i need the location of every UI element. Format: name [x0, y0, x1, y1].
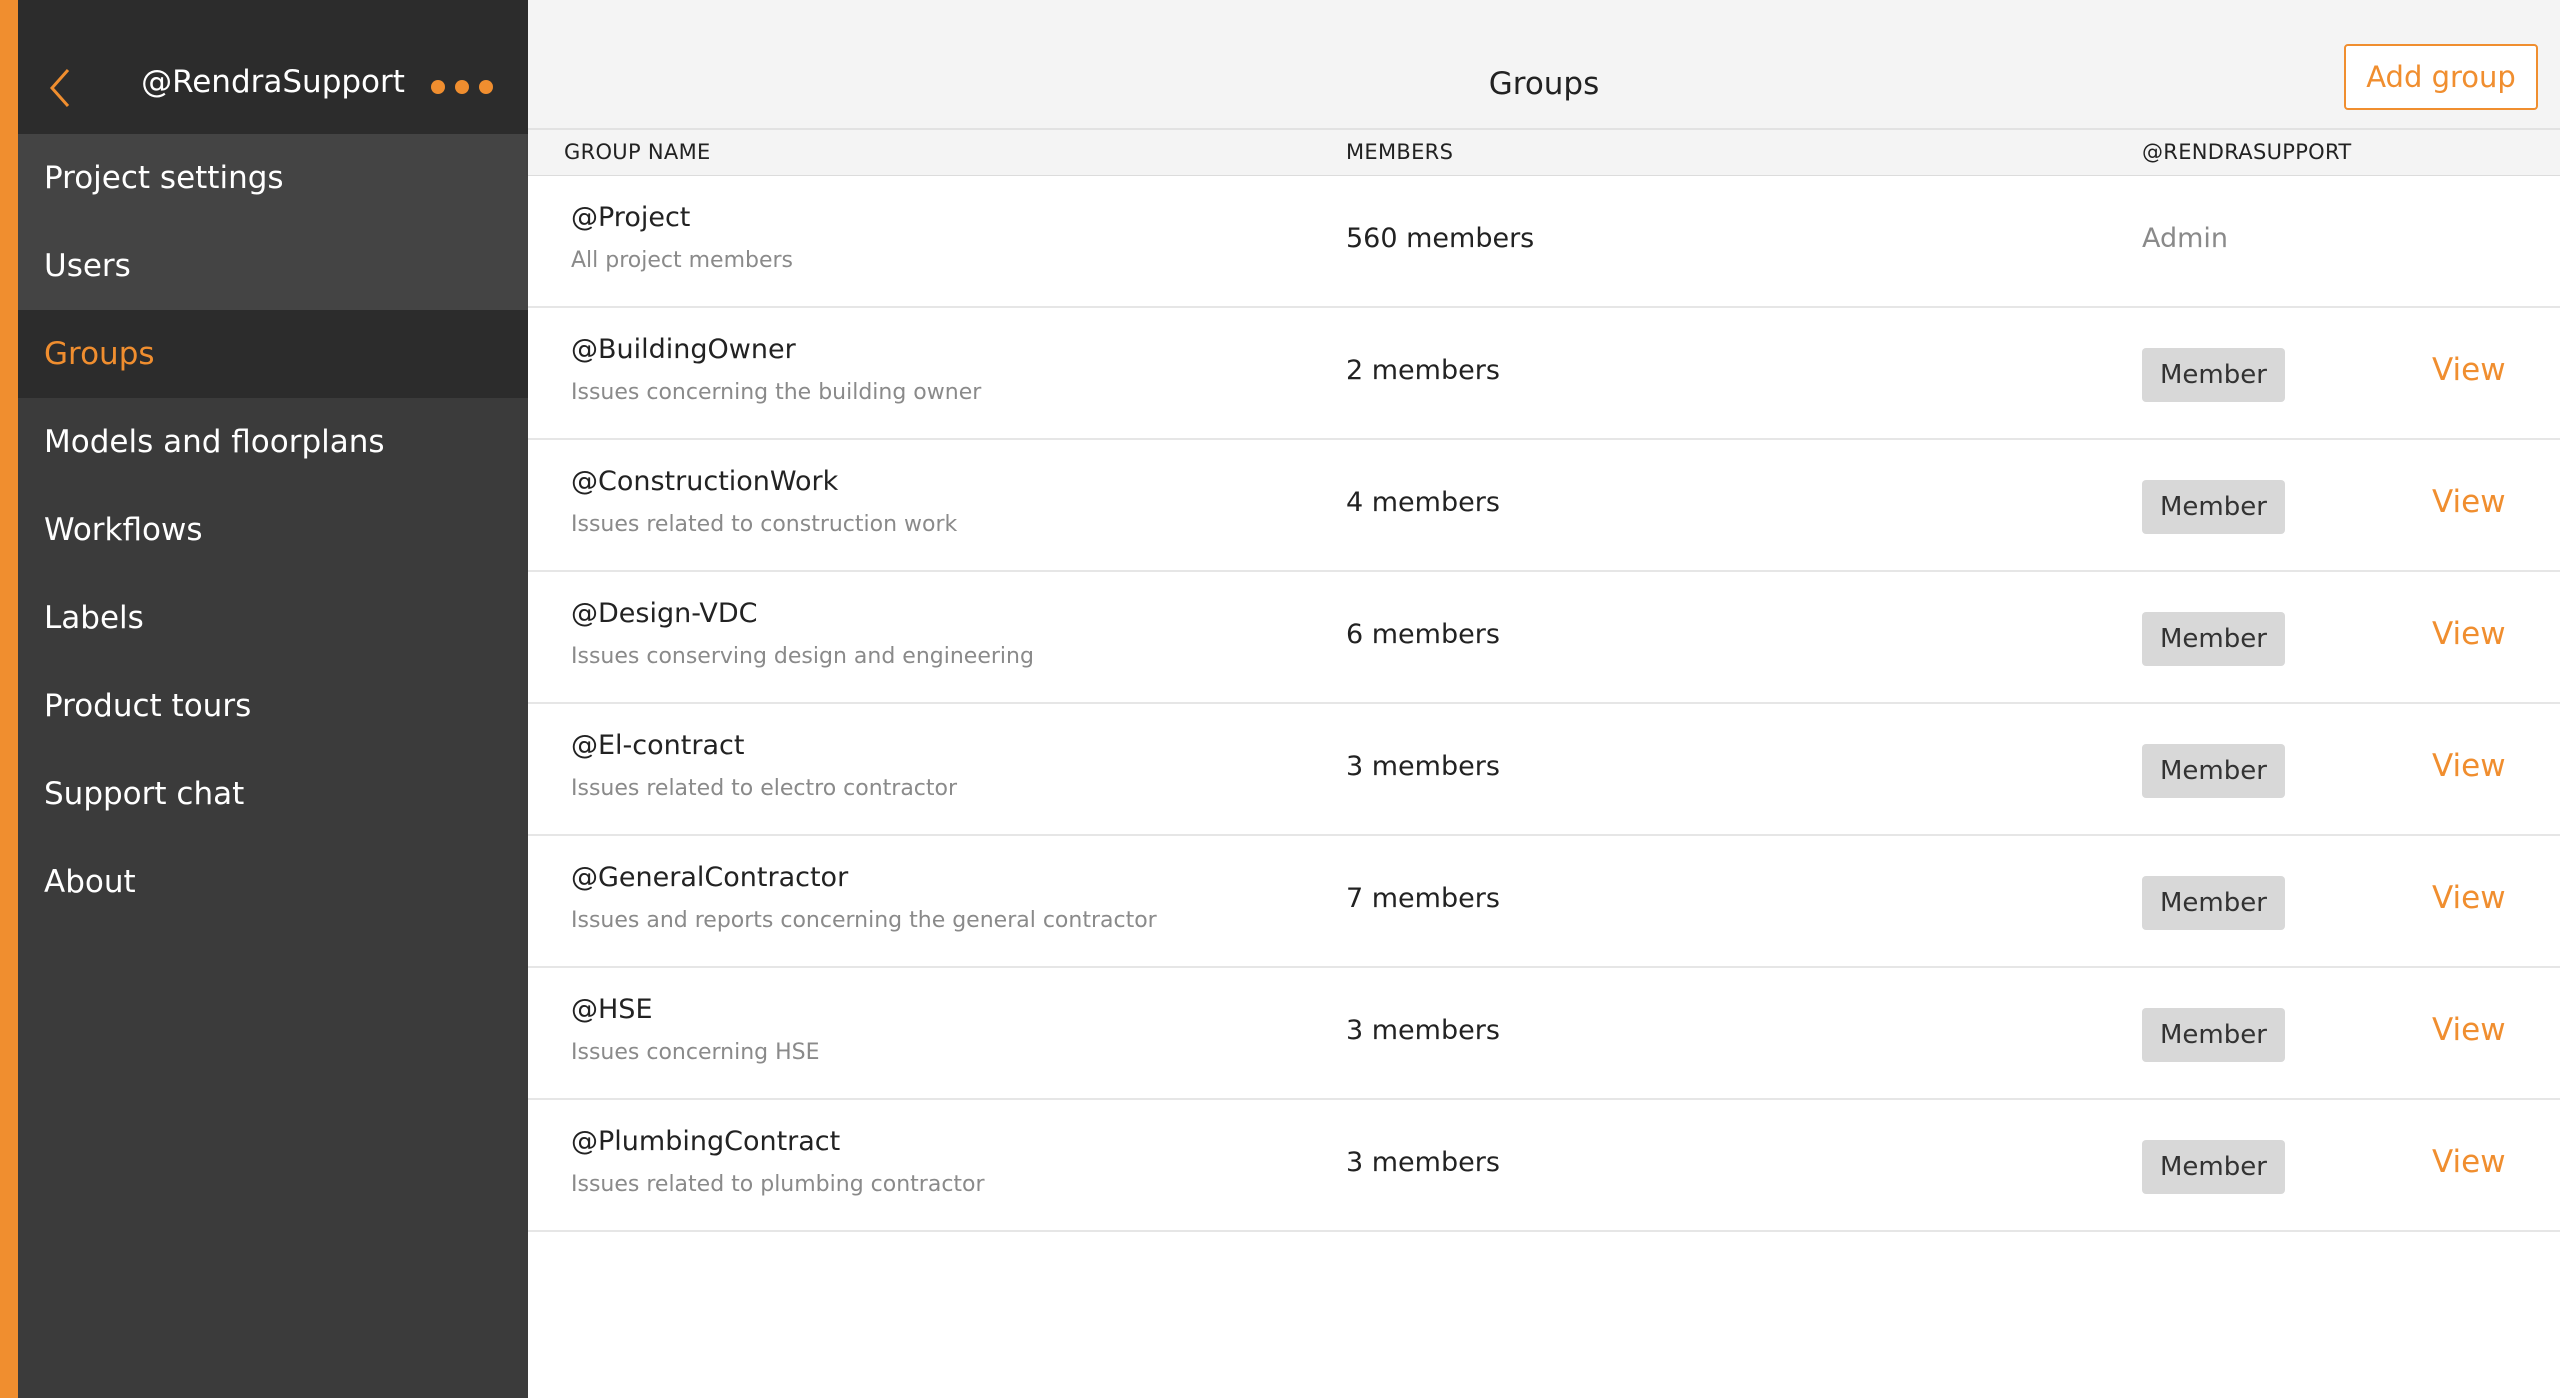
role-badge: Member	[2142, 1008, 2285, 1062]
sidebar-item-users[interactable]: Users	[18, 222, 528, 310]
table-row[interactable]: @PlumbingContract Issues related to plum…	[528, 1100, 2560, 1232]
page-title: Groups	[1488, 66, 1600, 102]
main-panel: Groups Add group GROUP NAME MEMBERS @REN…	[528, 0, 2560, 1398]
groups-table: @Project All project members 560 members…	[528, 176, 2560, 1232]
group-description: Issues concerning HSE	[571, 1040, 820, 1065]
member-count: 7 members	[1346, 883, 1500, 914]
member-count: 6 members	[1346, 619, 1500, 650]
sidebar: @RendraSupport Project settings Users Gr…	[18, 0, 528, 1398]
view-group-link[interactable]: View	[2432, 616, 2506, 652]
sidebar-header: @RendraSupport	[18, 0, 528, 134]
member-count: 3 members	[1346, 751, 1500, 782]
role-badge: Member	[2142, 1140, 2285, 1194]
view-group-link[interactable]: View	[2432, 484, 2506, 520]
add-group-button[interactable]: Add group	[2344, 44, 2538, 110]
view-group-link[interactable]: View	[2432, 1012, 2506, 1048]
sidebar-item-product-tours[interactable]: Product tours	[18, 662, 528, 750]
member-count: 4 members	[1346, 487, 1500, 518]
sidebar-menu: Project settings Users Groups Models and…	[18, 134, 528, 926]
sidebar-item-about[interactable]: About	[18, 838, 528, 926]
group-description: Issues related to construction work	[571, 512, 958, 537]
table-row[interactable]: @GeneralContractor Issues and reports co…	[528, 836, 2560, 968]
group-description: Issues and reports concerning the genera…	[571, 908, 1157, 933]
column-header-group-name: GROUP NAME	[564, 140, 711, 164]
table-row[interactable]: @BuildingOwner Issues concerning the bui…	[528, 308, 2560, 440]
sidebar-item-support-chat[interactable]: Support chat	[18, 750, 528, 838]
group-name: @PlumbingContract	[571, 1126, 841, 1157]
table-row[interactable]: @Project All project members 560 members…	[528, 176, 2560, 308]
role-badge: Member	[2142, 744, 2285, 798]
group-description: All project members	[571, 248, 794, 273]
role-label: Admin	[2142, 223, 2229, 254]
table-row[interactable]: @HSE Issues concerning HSE 3 members Mem…	[528, 968, 2560, 1100]
role-badge: Member	[2142, 348, 2285, 402]
sidebar-item-project-settings[interactable]: Project settings	[18, 134, 528, 222]
view-group-link[interactable]: View	[2432, 1144, 2506, 1180]
role-badge: Member	[2142, 480, 2285, 534]
column-header-role: @RENDRASUPPORT	[2142, 140, 2352, 164]
sidebar-item-labels[interactable]: Labels	[18, 574, 528, 662]
group-name: @Design-VDC	[571, 598, 758, 629]
top-bar: Groups Add group	[528, 0, 2560, 130]
more-dots-icon[interactable]	[430, 78, 494, 96]
table-header: GROUP NAME MEMBERS @RENDRASUPPORT	[528, 130, 2560, 176]
view-group-link[interactable]: View	[2432, 880, 2506, 916]
sidebar-item-models-and-floorplans[interactable]: Models and floorplans	[18, 398, 528, 486]
view-group-link[interactable]: View	[2432, 352, 2506, 388]
sidebar-item-groups[interactable]: Groups	[18, 310, 528, 398]
role-badge: Member	[2142, 612, 2285, 666]
role-badge: Member	[2142, 876, 2285, 930]
accent-edge-strip	[0, 0, 18, 1398]
group-name: @El-contract	[571, 730, 745, 761]
group-name: @ConstructionWork	[571, 466, 839, 497]
member-count: 3 members	[1346, 1015, 1500, 1046]
column-header-members: MEMBERS	[1346, 140, 1454, 164]
member-count: 2 members	[1346, 355, 1500, 386]
table-row[interactable]: @Design-VDC Issues conserving design and…	[528, 572, 2560, 704]
group-name: @Project	[571, 202, 691, 233]
group-description: Issues concerning the building owner	[571, 380, 982, 405]
app-window: @RendraSupport Project settings Users Gr…	[0, 0, 2560, 1398]
sidebar-item-workflows[interactable]: Workflows	[18, 486, 528, 574]
view-group-link[interactable]: View	[2432, 748, 2506, 784]
member-count: 3 members	[1346, 1147, 1500, 1178]
table-row[interactable]: @El-contract Issues related to electro c…	[528, 704, 2560, 836]
group-name: @HSE	[571, 994, 653, 1025]
group-description: Issues conserving design and engineering	[571, 644, 1034, 669]
group-name: @BuildingOwner	[571, 334, 796, 365]
group-description: Issues related to plumbing contractor	[571, 1172, 985, 1197]
group-description: Issues related to electro contractor	[571, 776, 958, 801]
table-row[interactable]: @ConstructionWork Issues related to cons…	[528, 440, 2560, 572]
member-count: 560 members	[1346, 223, 1535, 254]
group-name: @GeneralContractor	[571, 862, 849, 893]
